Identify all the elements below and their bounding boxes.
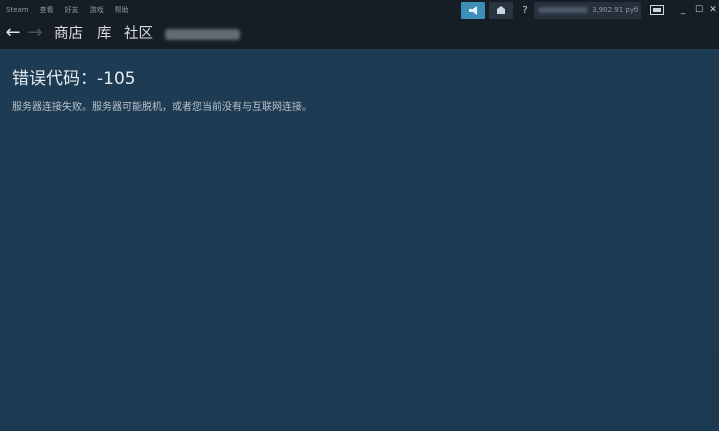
nav-username-redacted[interactable]: [165, 29, 240, 40]
nav-store[interactable]: 商店: [54, 23, 83, 45]
help-button[interactable]: ?: [519, 2, 531, 19]
error-title: 错误代码：-105: [12, 69, 136, 89]
wallet-balance: 3,902.91 руб: [592, 6, 639, 14]
close-button[interactable]: ✕: [706, 2, 719, 19]
nav-library[interactable]: 库: [97, 23, 112, 45]
maximize-button[interactable]: ☐: [692, 2, 706, 19]
envelope-icon: [497, 6, 505, 14]
account-menu[interactable]: 3,902.91 руб: [534, 2, 641, 19]
menu-item-steam[interactable]: Steam: [6, 3, 29, 17]
content-area: 错误代码：-105 服务器连接失败。服务器可能脱机，或者您当前没有与互联网连接。: [0, 49, 719, 431]
nav-community[interactable]: 社区: [124, 23, 153, 45]
top-bar: Steam 查看 好友 游戏 帮助 ? 3,902.91 руб _ ☐ ✕ ←…: [0, 0, 719, 49]
menu-item-games[interactable]: 游戏: [90, 3, 104, 17]
broadcast-button[interactable]: [461, 2, 485, 19]
menu-item-help[interactable]: 帮助: [115, 3, 129, 17]
navigation-row: ← → 商店 库 社区: [0, 22, 719, 46]
menu-item-view[interactable]: 查看: [40, 3, 54, 17]
arrow-right-icon[interactable]: →: [25, 22, 45, 46]
error-description: 服务器连接失败。服务器可能脱机，或者您当前没有与互联网连接。: [12, 102, 312, 113]
menu-item-friends[interactable]: 好友: [65, 3, 79, 17]
menu-bar: Steam 查看 好友 游戏 帮助: [6, 3, 129, 17]
notifications-button[interactable]: [489, 2, 513, 19]
arrow-left-icon[interactable]: ←: [3, 22, 23, 46]
megaphone-icon: [469, 6, 477, 15]
account-name-redacted: [538, 7, 588, 13]
controller-icon[interactable]: [650, 5, 664, 15]
minimize-button[interactable]: _: [676, 2, 690, 19]
